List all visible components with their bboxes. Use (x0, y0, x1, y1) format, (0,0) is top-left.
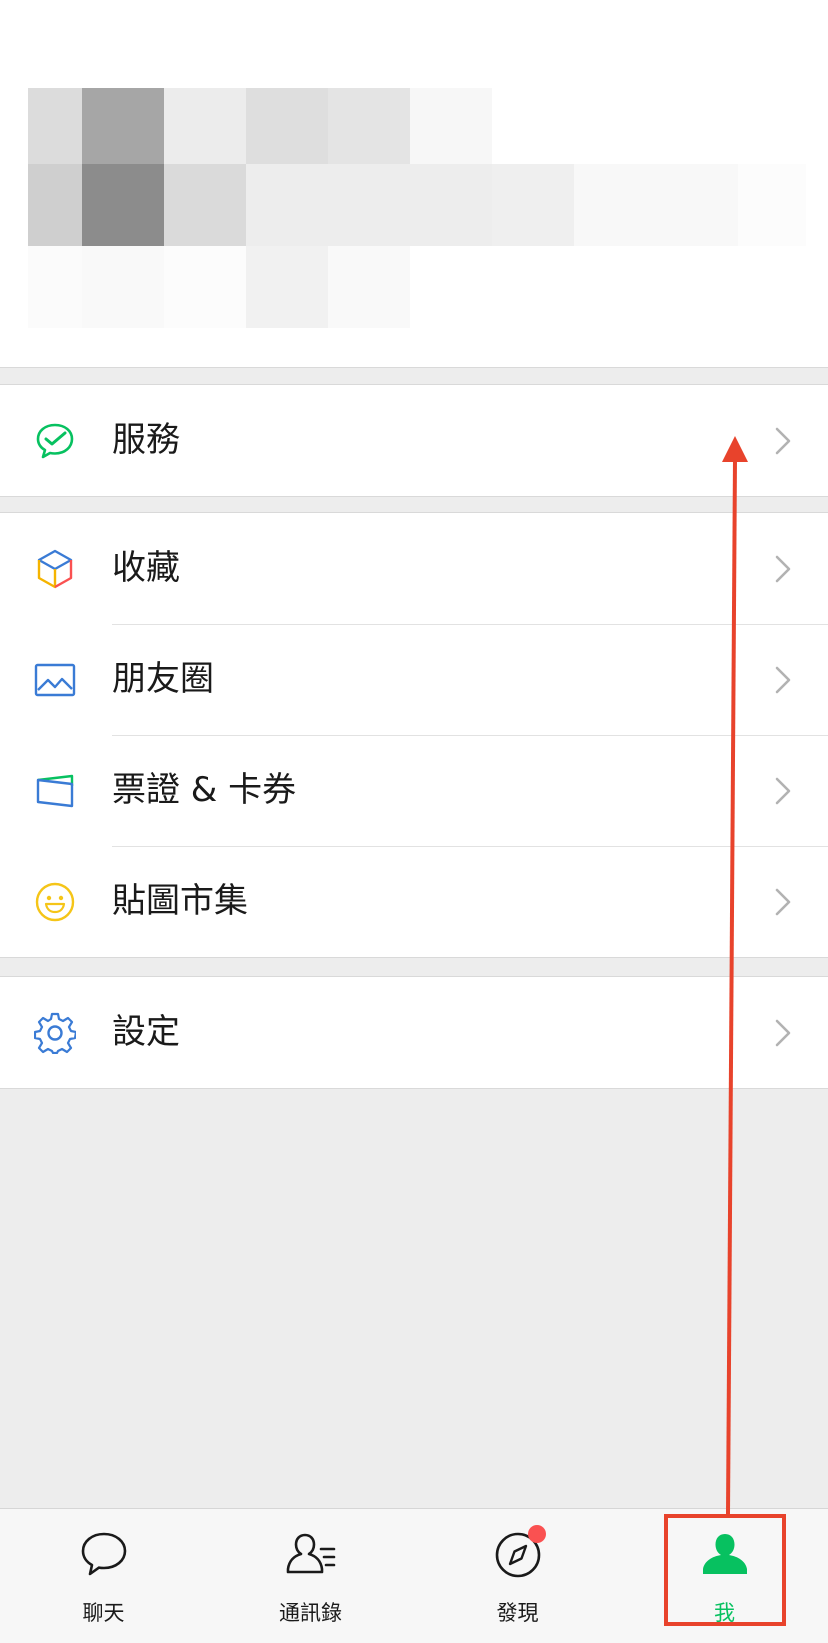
menu-item-services[interactable]: 服務 (0, 385, 828, 496)
menu-group-main: 收藏 朋友圈 票證 & 卡券 貼圖市集 (0, 512, 828, 958)
menu-item-label: 貼圖市集 (112, 881, 248, 921)
menu-item-cards[interactable]: 票證 & 卡券 (0, 735, 828, 846)
tab-label: 聊天 (82, 1601, 125, 1625)
tab-contacts[interactable]: 通訊錄 (207, 1509, 414, 1643)
settings-icon (34, 1012, 76, 1054)
menu-item-label: 服務 (112, 420, 180, 460)
tab-chat[interactable]: 聊天 (0, 1509, 207, 1643)
me-page-screen: 服務 收藏 朋友圈 票證 & 卡券 貼圖市集 設定 聊天 通訊錄 發現 我 (0, 0, 828, 1643)
moments-icon (34, 663, 76, 697)
menu-group-settings: 設定 (0, 976, 828, 1089)
chevron-right-icon (775, 555, 791, 583)
menu-item-settings[interactable]: 設定 (0, 977, 828, 1088)
menu-item-favorites[interactable]: 收藏 (0, 513, 828, 624)
tab-discover[interactable]: 發現 (414, 1509, 621, 1643)
menu-item-label: 票證 & 卡券 (112, 770, 297, 810)
favorites-icon (37, 549, 73, 589)
chevron-right-icon (775, 427, 791, 455)
menu-item-label: 設定 (112, 1012, 180, 1052)
chevron-right-icon (775, 888, 791, 916)
tab-label: 發現 (496, 1601, 539, 1625)
menu-item-label: 收藏 (112, 548, 180, 588)
menu-item-label: 朋友圈 (112, 659, 214, 699)
profile-header[interactable] (0, 0, 828, 368)
chevron-right-icon (775, 666, 791, 694)
menu-item-stickers[interactable]: 貼圖市集 (0, 846, 828, 957)
menu-group-services: 服務 (0, 384, 828, 497)
cards-icon (36, 774, 74, 808)
services-icon (36, 423, 74, 459)
menu-item-moments[interactable]: 朋友圈 (0, 624, 828, 735)
contacts-icon (286, 1533, 336, 1574)
chat-icon (81, 1532, 127, 1576)
sticker-icon (35, 882, 75, 922)
chevron-right-icon (775, 777, 791, 805)
chevron-right-icon (775, 1019, 791, 1047)
annotation-highlight-box (664, 1514, 786, 1626)
tab-label: 通訊錄 (279, 1601, 342, 1625)
discover-badge-dot (528, 1525, 546, 1543)
